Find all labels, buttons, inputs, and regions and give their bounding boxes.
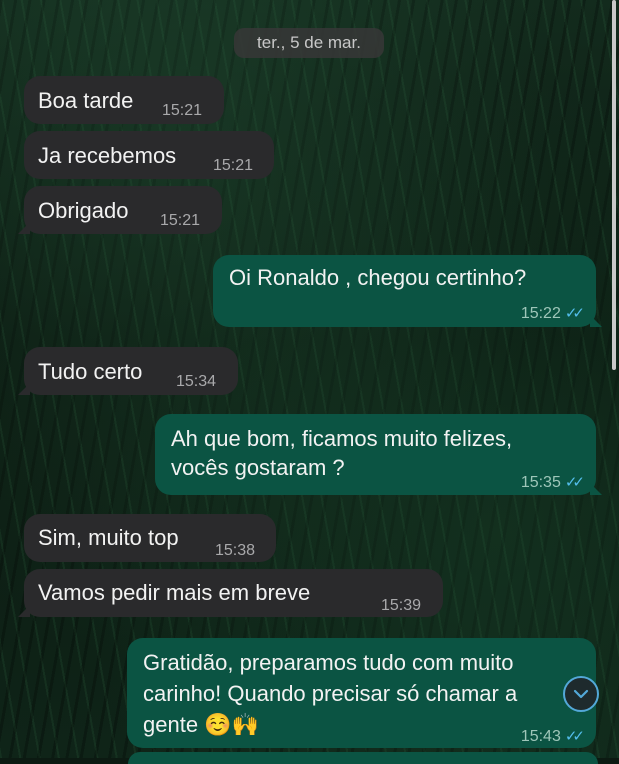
message-time: 15:21 <box>160 212 201 229</box>
message-bubble-incoming[interactable]: Tudo certo 15:34 <box>18 347 238 395</box>
message-time-label: 15:35 <box>520 474 561 491</box>
message-bubble-outgoing[interactable]: Ah que bom, ficamos muito felizes, vocês… <box>155 414 602 497</box>
message-time: 15:35 ✓✓ <box>520 468 585 497</box>
message-text: Obrigado <box>38 198 129 223</box>
scrollbar[interactable] <box>612 0 616 370</box>
message-time: 15:39 <box>381 597 422 614</box>
message-time-label: 15:43 <box>520 728 561 745</box>
message-time: 15:43 ✓✓ <box>520 722 585 748</box>
message-text: Oi Ronaldo , chegou certinho? <box>229 265 527 290</box>
message-text: Tudo certo <box>38 359 143 384</box>
message-time: 15:21 <box>162 102 203 119</box>
message-text: Vamos pedir mais em breve <box>38 580 311 605</box>
message-bubble-outgoing[interactable]: Oi Ronaldo , chegou certinho? 15:22 ✓✓ <box>213 255 602 328</box>
message-bubble-incoming[interactable]: Ja recebemos 15:21 <box>24 131 274 179</box>
message-time: 15:34 <box>176 373 217 390</box>
message-text: Boa tarde <box>38 88 134 113</box>
message-text: Ah que bom, ficamos muito felizes, vocês… <box>171 426 513 480</box>
message-bubble-incoming[interactable]: Sim, muito top 15:38 <box>24 514 276 562</box>
chevron-down-icon <box>573 689 589 699</box>
message-text: Ja recebemos <box>38 143 177 168</box>
date-separator: ter., 5 de mar. <box>234 28 384 58</box>
message-bubble-outgoing[interactable]: Gratidão, preparamos tudo com muito cari… <box>127 638 596 748</box>
message-text: Sim, muito top <box>38 525 179 550</box>
read-receipt-icon: ✓✓ <box>564 474 585 491</box>
message-text: Gratidão, preparamos tudo com muito cari… <box>143 650 518 737</box>
message-time: 15:21 <box>213 157 254 174</box>
message-bubble-outgoing-partial[interactable] <box>128 752 598 764</box>
message-bubble-incoming[interactable]: Vamos pedir mais em breve 15:39 <box>18 569 443 617</box>
message-time: 15:22 ✓✓ <box>520 299 585 328</box>
message-time: 15:38 <box>215 542 256 559</box>
read-receipt-icon: ✓✓ <box>564 305 585 322</box>
message-bubble-incoming[interactable]: Boa tarde 15:21 <box>24 76 224 124</box>
message-bubble-incoming[interactable]: Obrigado 15:21 <box>18 186 222 234</box>
read-receipt-icon: ✓✓ <box>564 728 585 745</box>
message-time-label: 15:22 <box>520 305 561 322</box>
scroll-to-bottom-button[interactable] <box>563 676 599 712</box>
